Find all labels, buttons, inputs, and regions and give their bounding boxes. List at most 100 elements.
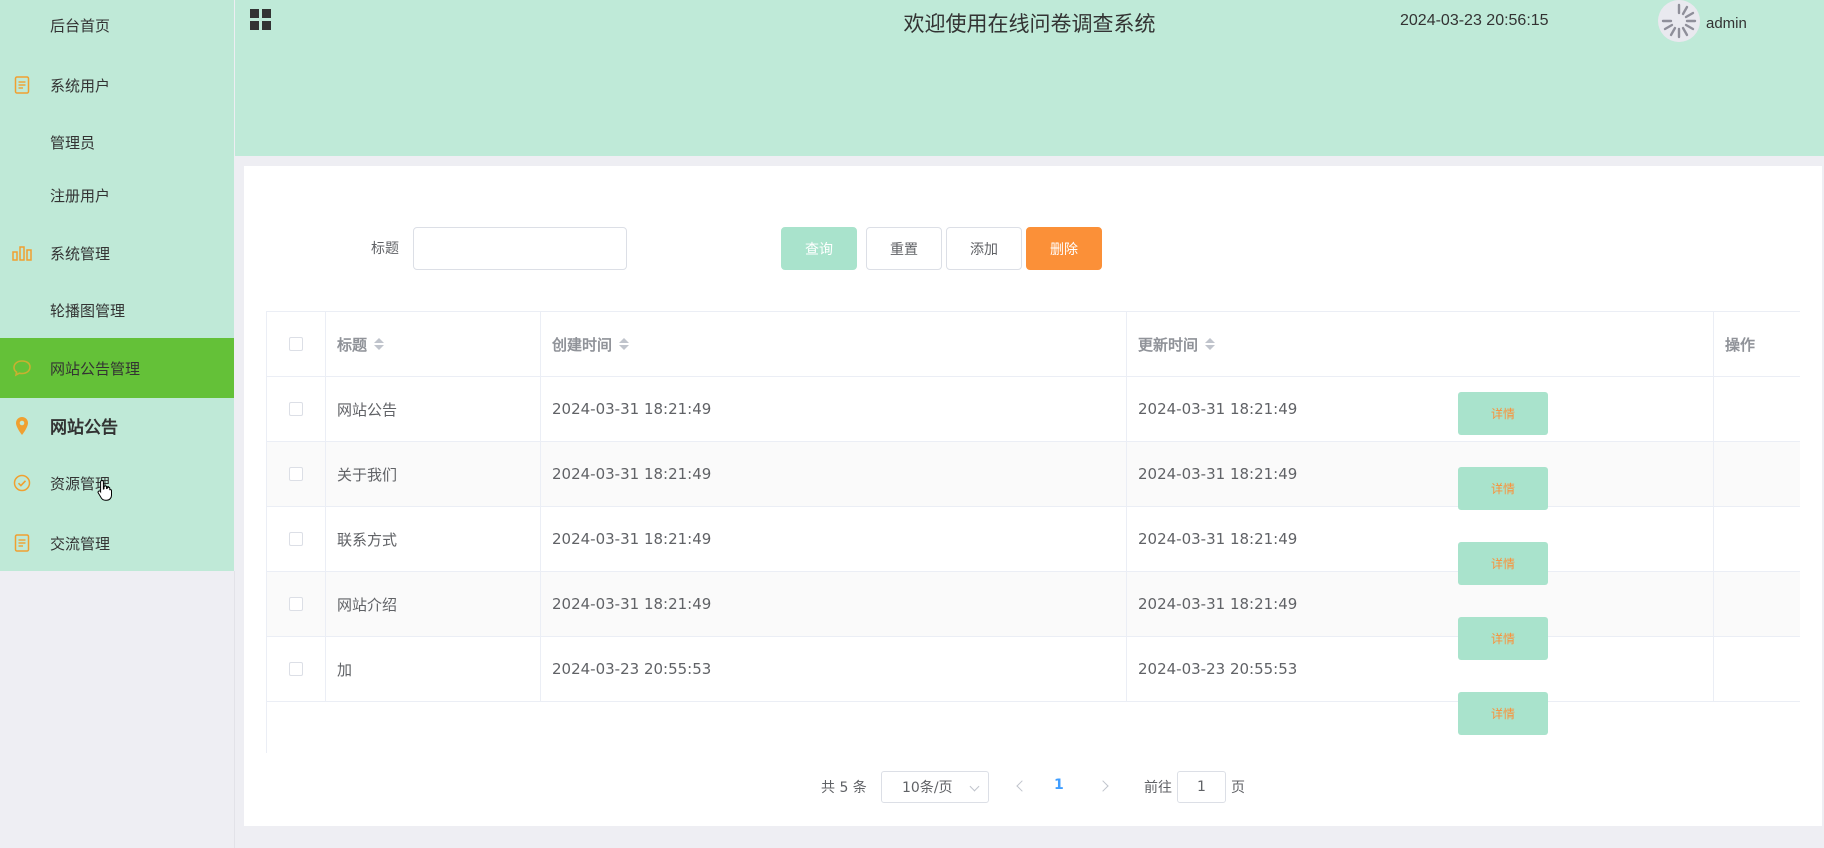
row-checkbox[interactable] xyxy=(289,402,303,416)
header-datetime: 2024-03-23 20:56:15 xyxy=(1400,12,1549,29)
search-title-label: 标题 xyxy=(371,241,399,257)
table-row: 关于我们 2024-03-31 18:21:49 2024-03-31 18:2… xyxy=(267,442,1800,507)
reset-button[interactable]: 重置 xyxy=(866,227,942,270)
cell-title: 加 xyxy=(326,637,541,701)
row-checkbox[interactable] xyxy=(289,467,303,481)
sort-icon[interactable] xyxy=(1205,338,1216,350)
cell-updated: 2024-03-31 18:21:49 xyxy=(1127,572,1714,636)
cell-title: 网站公告 xyxy=(326,377,541,441)
document-icon xyxy=(12,75,32,95)
sidebar-item-system-users[interactable]: 系统用户 xyxy=(0,57,234,113)
cell-actions xyxy=(1714,377,1800,441)
delete-button[interactable]: 删除 xyxy=(1026,227,1102,270)
column-header-label: 操作 xyxy=(1725,335,1756,354)
select-all-checkbox[interactable] xyxy=(289,337,303,351)
sidebar-empty-area xyxy=(0,571,234,848)
sidebar-item-label: 后台首页 xyxy=(50,16,111,35)
announcement-table: 标题 创建时间 更新时间 操作 网站公告 2024-03-31 18:21:49… xyxy=(266,311,1800,753)
detail-button[interactable]: 详情 xyxy=(1458,392,1548,435)
row-select-cell xyxy=(267,442,326,506)
detail-button[interactable]: 详情 xyxy=(1458,542,1548,585)
sidebar-item-carousel-management[interactable]: 轮播图管理 xyxy=(0,285,234,335)
row-select-cell xyxy=(267,507,326,571)
sidebar-item-label: 系统用户 xyxy=(50,76,111,95)
location-pin-icon xyxy=(12,416,32,436)
sidebar-item-resource-management[interactable]: 资源管理 xyxy=(0,455,234,511)
sidebar: 后台首页 系统用户 管理员 注册用户 系统管理 轮播图管理 网站公告管理 网站公… xyxy=(0,0,234,571)
cell-created: 2024-03-23 20:55:53 xyxy=(541,637,1127,701)
pagination-total: 共 5 条 xyxy=(821,780,867,796)
column-header-label: 创建时间 xyxy=(552,335,613,354)
pagination-goto-label: 前往 xyxy=(1144,780,1172,796)
cell-updated: 2024-03-31 18:21:49 xyxy=(1127,377,1714,441)
sidebar-item-label: 注册用户 xyxy=(50,186,111,205)
cell-title: 网站介绍 xyxy=(326,572,541,636)
search-title-input[interactable] xyxy=(413,227,627,270)
table-row: 加 2024-03-23 20:55:53 2024-03-23 20:55:5… xyxy=(267,637,1800,702)
chat-icon xyxy=(12,358,32,378)
cell-actions xyxy=(1714,507,1800,571)
select-all-cell xyxy=(267,312,326,376)
cell-created: 2024-03-31 18:21:49 xyxy=(541,572,1127,636)
hand-cursor-icon xyxy=(97,479,113,501)
row-checkbox[interactable] xyxy=(289,532,303,546)
column-header-label: 更新时间 xyxy=(1138,335,1199,354)
row-select-cell xyxy=(267,637,326,701)
sidebar-item-admins[interactable]: 管理员 xyxy=(0,117,234,167)
page-size-value: 10条/页 xyxy=(902,780,953,796)
table-header-row: 标题 创建时间 更新时间 操作 xyxy=(267,312,1800,377)
sidebar-item-label: 交流管理 xyxy=(50,534,111,553)
cell-created: 2024-03-31 18:21:49 xyxy=(541,507,1127,571)
column-header-updated[interactable]: 更新时间 xyxy=(1127,312,1714,376)
top-header: 欢迎使用在线问卷调查系统 2024-03-23 20:56:15 admin xyxy=(235,0,1824,156)
row-checkbox[interactable] xyxy=(289,597,303,611)
username[interactable]: admin xyxy=(1706,15,1747,32)
sidebar-item-label: 系统管理 xyxy=(50,244,111,263)
sidebar-item-label: 轮播图管理 xyxy=(50,301,126,320)
sort-icon[interactable] xyxy=(374,338,385,350)
check-circle-icon xyxy=(12,473,32,493)
sidebar-item-announcements[interactable]: 网站公告 xyxy=(0,398,234,453)
query-button[interactable]: 查询 xyxy=(781,227,857,270)
cell-updated: 2024-03-23 20:55:53 xyxy=(1127,637,1714,701)
pagination-page-unit: 页 xyxy=(1231,780,1245,796)
sidebar-item-announcement-management[interactable]: 网站公告管理 xyxy=(0,338,234,398)
sidebar-item-communication-management[interactable]: 交流管理 xyxy=(0,515,234,571)
sidebar-item-registered-users[interactable]: 注册用户 xyxy=(0,170,234,220)
row-checkbox[interactable] xyxy=(289,662,303,676)
cell-created: 2024-03-31 18:21:49 xyxy=(541,377,1127,441)
document-icon xyxy=(12,533,32,553)
cell-updated: 2024-03-31 18:21:49 xyxy=(1127,507,1714,571)
cell-actions xyxy=(1714,572,1800,636)
sidebar-item-label: 网站公告管理 xyxy=(50,359,141,378)
sidebar-divider xyxy=(234,571,235,848)
row-select-cell xyxy=(267,377,326,441)
cell-actions xyxy=(1714,442,1800,506)
sidebar-item-system-management[interactable]: 系统管理 xyxy=(0,225,234,281)
cell-updated: 2024-03-31 18:21:49 xyxy=(1127,442,1714,506)
bar-chart-icon xyxy=(12,243,32,263)
column-header-actions: 操作 xyxy=(1714,312,1800,376)
column-header-label: 标题 xyxy=(337,335,368,354)
cell-created: 2024-03-31 18:21:49 xyxy=(541,442,1127,506)
cell-actions xyxy=(1714,637,1800,701)
sidebar-item-dashboard[interactable]: 后台首页 xyxy=(0,0,234,50)
chevron-right-icon[interactable] xyxy=(1098,779,1112,793)
detail-button[interactable]: 详情 xyxy=(1458,617,1548,660)
avatar[interactable] xyxy=(1658,0,1700,42)
sidebar-item-label: 管理员 xyxy=(50,133,96,152)
pagination-goto-input[interactable] xyxy=(1177,771,1226,803)
table-row: 联系方式 2024-03-31 18:21:49 2024-03-31 18:2… xyxy=(267,507,1800,572)
sidebar-item-label: 网站公告 xyxy=(50,418,118,438)
chevron-left-icon[interactable] xyxy=(1013,779,1027,793)
add-button[interactable]: 添加 xyxy=(946,227,1022,270)
pagination-current-page[interactable]: 1 xyxy=(1054,777,1064,793)
detail-button[interactable]: 详情 xyxy=(1458,692,1548,735)
sort-icon[interactable] xyxy=(619,338,630,350)
page-size-select[interactable]: 10条/页 xyxy=(881,771,989,803)
column-header-created[interactable]: 创建时间 xyxy=(541,312,1127,376)
table-row: 网站公告 2024-03-31 18:21:49 2024-03-31 18:2… xyxy=(267,377,1800,442)
detail-button[interactable]: 详情 xyxy=(1458,467,1548,510)
table-row: 网站介绍 2024-03-31 18:21:49 2024-03-31 18:2… xyxy=(267,572,1800,637)
column-header-title[interactable]: 标题 xyxy=(326,312,541,376)
